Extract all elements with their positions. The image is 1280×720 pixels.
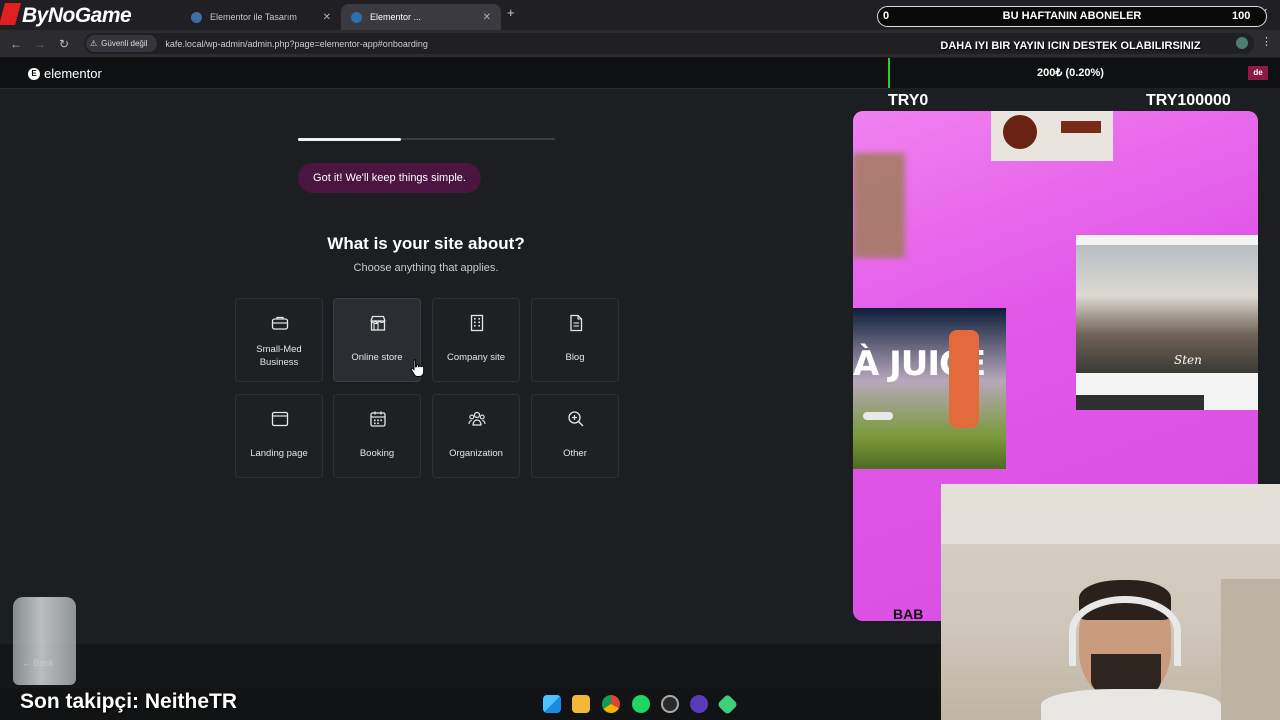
browser-tab-2[interactable]: Elementor ... ✕	[341, 4, 501, 30]
landscape-photo	[1076, 245, 1258, 373]
juice-cta-button[interactable]	[863, 412, 893, 420]
donation-max: TRY100000	[1146, 92, 1231, 109]
option-small-med-business[interactable]: Small-Med Business	[235, 298, 323, 382]
headphones	[1069, 596, 1181, 666]
option-label: Small-Med Business	[256, 344, 302, 368]
subscriber-target: 100	[1232, 10, 1251, 22]
webcam-feed	[941, 484, 1280, 720]
spotify-icon[interactable]	[632, 695, 650, 713]
page-title: What is your site about?	[327, 234, 525, 253]
option-label: Landing page	[250, 448, 308, 459]
lamp-shade	[1003, 115, 1037, 149]
briefcase-icon	[271, 316, 289, 330]
chrome-icon[interactable]	[602, 695, 620, 713]
lamp-product-image	[991, 111, 1113, 161]
obs-icon[interactable]	[661, 695, 679, 713]
option-company-site[interactable]: Company site	[432, 298, 520, 382]
hand-cursor-icon	[410, 359, 424, 377]
document-icon	[570, 314, 583, 332]
last-follower: Son takipçi: NeitheTR	[20, 690, 238, 713]
close-tab-icon[interactable]: ✕	[483, 12, 491, 23]
people-icon	[468, 411, 486, 426]
lamp-bar	[1061, 121, 1101, 133]
browser-tab-1[interactable]: Elementor ile Tasarım ✕	[181, 4, 341, 30]
door-frame	[1221, 579, 1280, 720]
preview-bottom-text: BAB	[893, 606, 924, 621]
start-icon[interactable]	[543, 695, 561, 713]
tab-title: Elementor ...	[370, 12, 422, 22]
juice-template-card: À JUICE	[853, 308, 1006, 469]
subscriber-goal-title: BU HAFTANIN ABONELER	[1002, 10, 1142, 22]
close-tab-icon[interactable]: ✕	[323, 12, 331, 23]
badge: de	[1248, 66, 1268, 80]
building-icon	[470, 314, 484, 332]
elementor-header: E elementor	[0, 57, 888, 89]
security-label: Güvenli değil	[101, 39, 148, 48]
stream-brand: ByNoGame	[0, 3, 132, 28]
browser-window-icon	[271, 411, 289, 427]
wordpress-favicon-icon	[351, 11, 362, 23]
calendar-icon	[370, 411, 386, 427]
zoom-in-icon	[568, 411, 584, 427]
menu-icon[interactable]: ⋮	[1261, 35, 1272, 48]
store-icon	[370, 315, 386, 331]
support-banner: DAHA IYI BIR YAYIN ICIN DESTEK OLABILIRS…	[940, 40, 1201, 52]
glass-overlay	[13, 597, 76, 685]
donation-value: 200₺ (0.20%)	[1037, 67, 1104, 79]
shirt	[1041, 689, 1221, 720]
warning-icon: ⚠	[90, 39, 98, 48]
option-other[interactable]: Other	[531, 394, 619, 478]
logo-text: elementor	[44, 66, 102, 81]
option-label: Organization	[449, 448, 503, 459]
progress-fill	[298, 138, 401, 141]
option-booking[interactable]: Booking	[333, 394, 421, 478]
url-text: kafe.local/wp-admin/admin.php?page=eleme…	[165, 38, 428, 49]
subscriber-goal-panel: 0 BU HAFTANIN ABONELER 100	[877, 6, 1267, 27]
option-label: Company site	[446, 352, 506, 363]
brand-mark-icon	[0, 3, 21, 25]
reload-icon[interactable]: ↻	[52, 37, 76, 51]
security-indicator[interactable]: ⚠ Güvenli değil	[86, 35, 158, 52]
option-blog[interactable]: Blog	[531, 298, 619, 382]
donation-min: TRY0	[888, 92, 929, 109]
juice-bottle	[949, 330, 979, 428]
option-label: Other	[563, 448, 587, 459]
tab-title: Elementor ile Tasarım	[210, 12, 297, 22]
option-landing-page[interactable]: Landing page	[235, 394, 323, 478]
back-label: Back	[33, 658, 54, 668]
onboarding-main: Got it! We'll keep things simple. What i…	[0, 89, 853, 644]
app-icon[interactable]	[690, 695, 708, 713]
forward-arrow-icon[interactable]: →	[28, 37, 52, 51]
back-arrow-icon[interactable]: ←	[4, 37, 28, 51]
elementor-logo-icon: E	[28, 67, 40, 80]
option-label: Online store	[351, 352, 403, 363]
ceiling	[941, 484, 1280, 544]
elementor-favicon-icon	[191, 11, 202, 23]
elementor-logo[interactable]: E elementor	[28, 66, 102, 81]
option-organization[interactable]: Organization	[432, 394, 520, 478]
back-button[interactable]: ← Back	[22, 658, 54, 668]
gallery-title: Sten	[1174, 353, 1202, 367]
new-tab-button[interactable]: +	[507, 5, 515, 20]
option-label: Booking	[359, 448, 395, 459]
option-online-store[interactable]: Online store	[333, 298, 421, 382]
page-subtitle: Choose anything that applies.	[353, 262, 499, 274]
gallery-strip	[1076, 395, 1204, 410]
file-explorer-icon[interactable]	[572, 695, 590, 713]
brand-text: ByNoGame	[22, 4, 132, 27]
gallery-template-card: Sten	[1076, 235, 1258, 410]
option-label: Blog	[565, 352, 585, 363]
progress-bar	[298, 138, 555, 141]
blurred-card	[853, 153, 905, 258]
confirmation-message: Got it! We'll keep things simple.	[298, 163, 481, 193]
